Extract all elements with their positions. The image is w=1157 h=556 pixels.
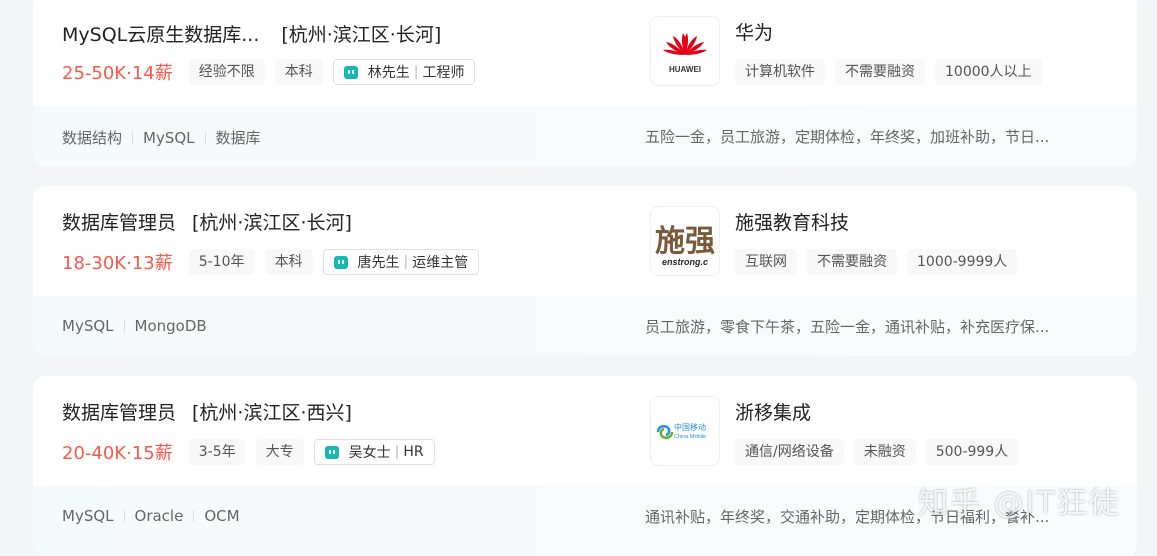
divider: |	[394, 444, 400, 460]
industry-tag: 计算机软件	[735, 59, 825, 85]
skill-tags: 数据结构 MySQL 数据库	[62, 127, 261, 148]
salary: 18-30K·13薪	[62, 253, 173, 274]
divider	[123, 510, 125, 522]
logo-subtext: China Mobile	[674, 434, 706, 440]
recruiter-chat-button[interactable]: 吴女士 | HR	[313, 439, 435, 465]
job-info-row: 18-30K·13薪 5-10年 本科 唐先生 | 运维主管	[62, 249, 480, 275]
job-area: [杭州·滨江区·西兴]	[192, 402, 352, 424]
funding-tag: 未融资	[853, 439, 916, 465]
industry-tag: 互联网	[735, 249, 797, 275]
enstrong-logo-icon: 施强 enstrong.c	[651, 215, 719, 269]
divider	[193, 510, 195, 522]
skill-tag: MySQL	[62, 507, 114, 525]
funding-tag: 不需要融资	[835, 59, 925, 85]
company-tags: 计算机软件 不需要融资 10000人以上	[735, 59, 1052, 85]
logo-text: 中国移动	[674, 422, 706, 432]
job-card[interactable]: 数据库管理员 [杭州·滨江区·长河] 18-30K·13薪 5-10年 本科 唐先…	[33, 186, 1137, 356]
recruiter-role: 工程师	[422, 65, 465, 81]
experience-tag: 5-10年	[188, 249, 255, 275]
recruiter-name: 唐先生	[357, 255, 400, 271]
size-tag: 500-999人	[925, 439, 1019, 465]
benefits-text: 五险一金，员工旅游，定期体检，年终奖，加班补助，节日...	[645, 128, 1050, 146]
recruiter-chat-button[interactable]: 林先生 | 工程师	[332, 59, 476, 85]
company-logo[interactable]: 中国移动 China Mobile	[650, 396, 720, 466]
company-name[interactable]: 浙移集成	[735, 398, 811, 425]
job-area: [杭州·滨江区·长河]	[192, 212, 352, 234]
job-card[interactable]: MySQL云原生数据库... [杭州·滨江区·长河] 25-50K·14薪 经验不…	[33, 0, 1137, 166]
job-name[interactable]: 数据库管理员	[62, 212, 176, 234]
logo-subtext: enstrong.c	[662, 257, 708, 267]
salary: 20-40K·15薪	[62, 443, 173, 464]
logo-text: HUAWEI	[669, 65, 701, 74]
recruiter-name: 林先生	[367, 65, 410, 81]
job-area: [杭州·滨江区·长河]	[281, 24, 442, 46]
company-logo[interactable]: 施强 enstrong.c	[650, 206, 720, 276]
company-name[interactable]: 施强教育科技	[735, 208, 849, 235]
skill-tag: MySQL	[62, 317, 114, 335]
company-logo[interactable]: HUAWEI	[650, 16, 720, 86]
recruiter-role: 运维主管	[412, 255, 469, 271]
experience-tag: 3-5年	[188, 439, 246, 465]
industry-tag: 通信/网络设备	[735, 439, 844, 465]
degree-tag: 本科	[264, 249, 313, 275]
benefits-text: 员工旅游，零食下午茶，五险一金，通讯补贴，补充医疗保...	[645, 318, 1050, 336]
logo-text: 施强	[655, 224, 715, 259]
divider: |	[403, 254, 409, 270]
job-card[interactable]: 数据库管理员 [杭州·滨江区·西兴] 20-40K·15薪 3-5年 大专 吴女士…	[33, 376, 1137, 556]
divider: |	[413, 64, 419, 80]
size-tag: 1000-9999人	[907, 249, 1018, 275]
huawei-logo-icon: HUAWEI	[663, 33, 707, 74]
job-name[interactable]: 数据库管理员	[62, 402, 176, 424]
company-tags: 互联网 不需要融资 1000-9999人	[735, 249, 1027, 275]
experience-tag: 经验不限	[188, 59, 265, 85]
funding-tag: 不需要融资	[807, 249, 897, 275]
degree-tag: 大专	[255, 439, 304, 465]
skill-tag: 数据结构	[62, 129, 123, 147]
skill-tag: Oracle	[134, 507, 184, 525]
degree-tag: 本科	[274, 59, 323, 85]
job-info-row: 20-40K·15薪 3-5年 大专 吴女士 | HR	[62, 439, 435, 465]
chat-icon	[324, 445, 339, 459]
chat-icon	[333, 255, 348, 269]
company-name[interactable]: 华为	[735, 18, 773, 45]
divider	[123, 320, 125, 332]
job-title[interactable]: 数据库管理员 [杭州·滨江区·长河]	[62, 208, 352, 235]
chat-icon	[343, 65, 358, 79]
job-info-row: 25-50K·14薪 经验不限 本科 林先生 | 工程师	[62, 59, 476, 85]
job-name[interactable]: MySQL云原生数据库...	[62, 24, 259, 46]
skill-tag: MySQL	[143, 128, 195, 147]
skill-tag: MongoDB	[134, 317, 207, 335]
size-tag: 10000人以上	[935, 59, 1042, 85]
recruiter-name: 吴女士	[348, 445, 391, 461]
recruiter-chat-button[interactable]: 唐先生 | 运维主管	[322, 249, 480, 275]
china-mobile-logo-icon: 中国移动 China Mobile	[656, 422, 706, 440]
divider	[204, 131, 206, 144]
divider	[132, 131, 134, 144]
job-title[interactable]: 数据库管理员 [杭州·滨江区·西兴]	[62, 398, 352, 425]
skill-tag: 数据库	[215, 129, 261, 147]
skill-tags: MySQL MongoDB	[62, 317, 207, 335]
skill-tag: OCM	[204, 507, 240, 525]
salary: 25-50K·14薪	[62, 63, 173, 84]
skill-tags: MySQL Oracle OCM	[62, 507, 240, 525]
job-title[interactable]: MySQL云原生数据库... [杭州·滨江区·长河]	[62, 20, 441, 47]
recruiter-role: HR	[403, 444, 424, 460]
watermark: 知乎 @IT狂徒	[918, 486, 1121, 521]
company-tags: 通信/网络设备 未融资 500-999人	[735, 439, 1028, 465]
